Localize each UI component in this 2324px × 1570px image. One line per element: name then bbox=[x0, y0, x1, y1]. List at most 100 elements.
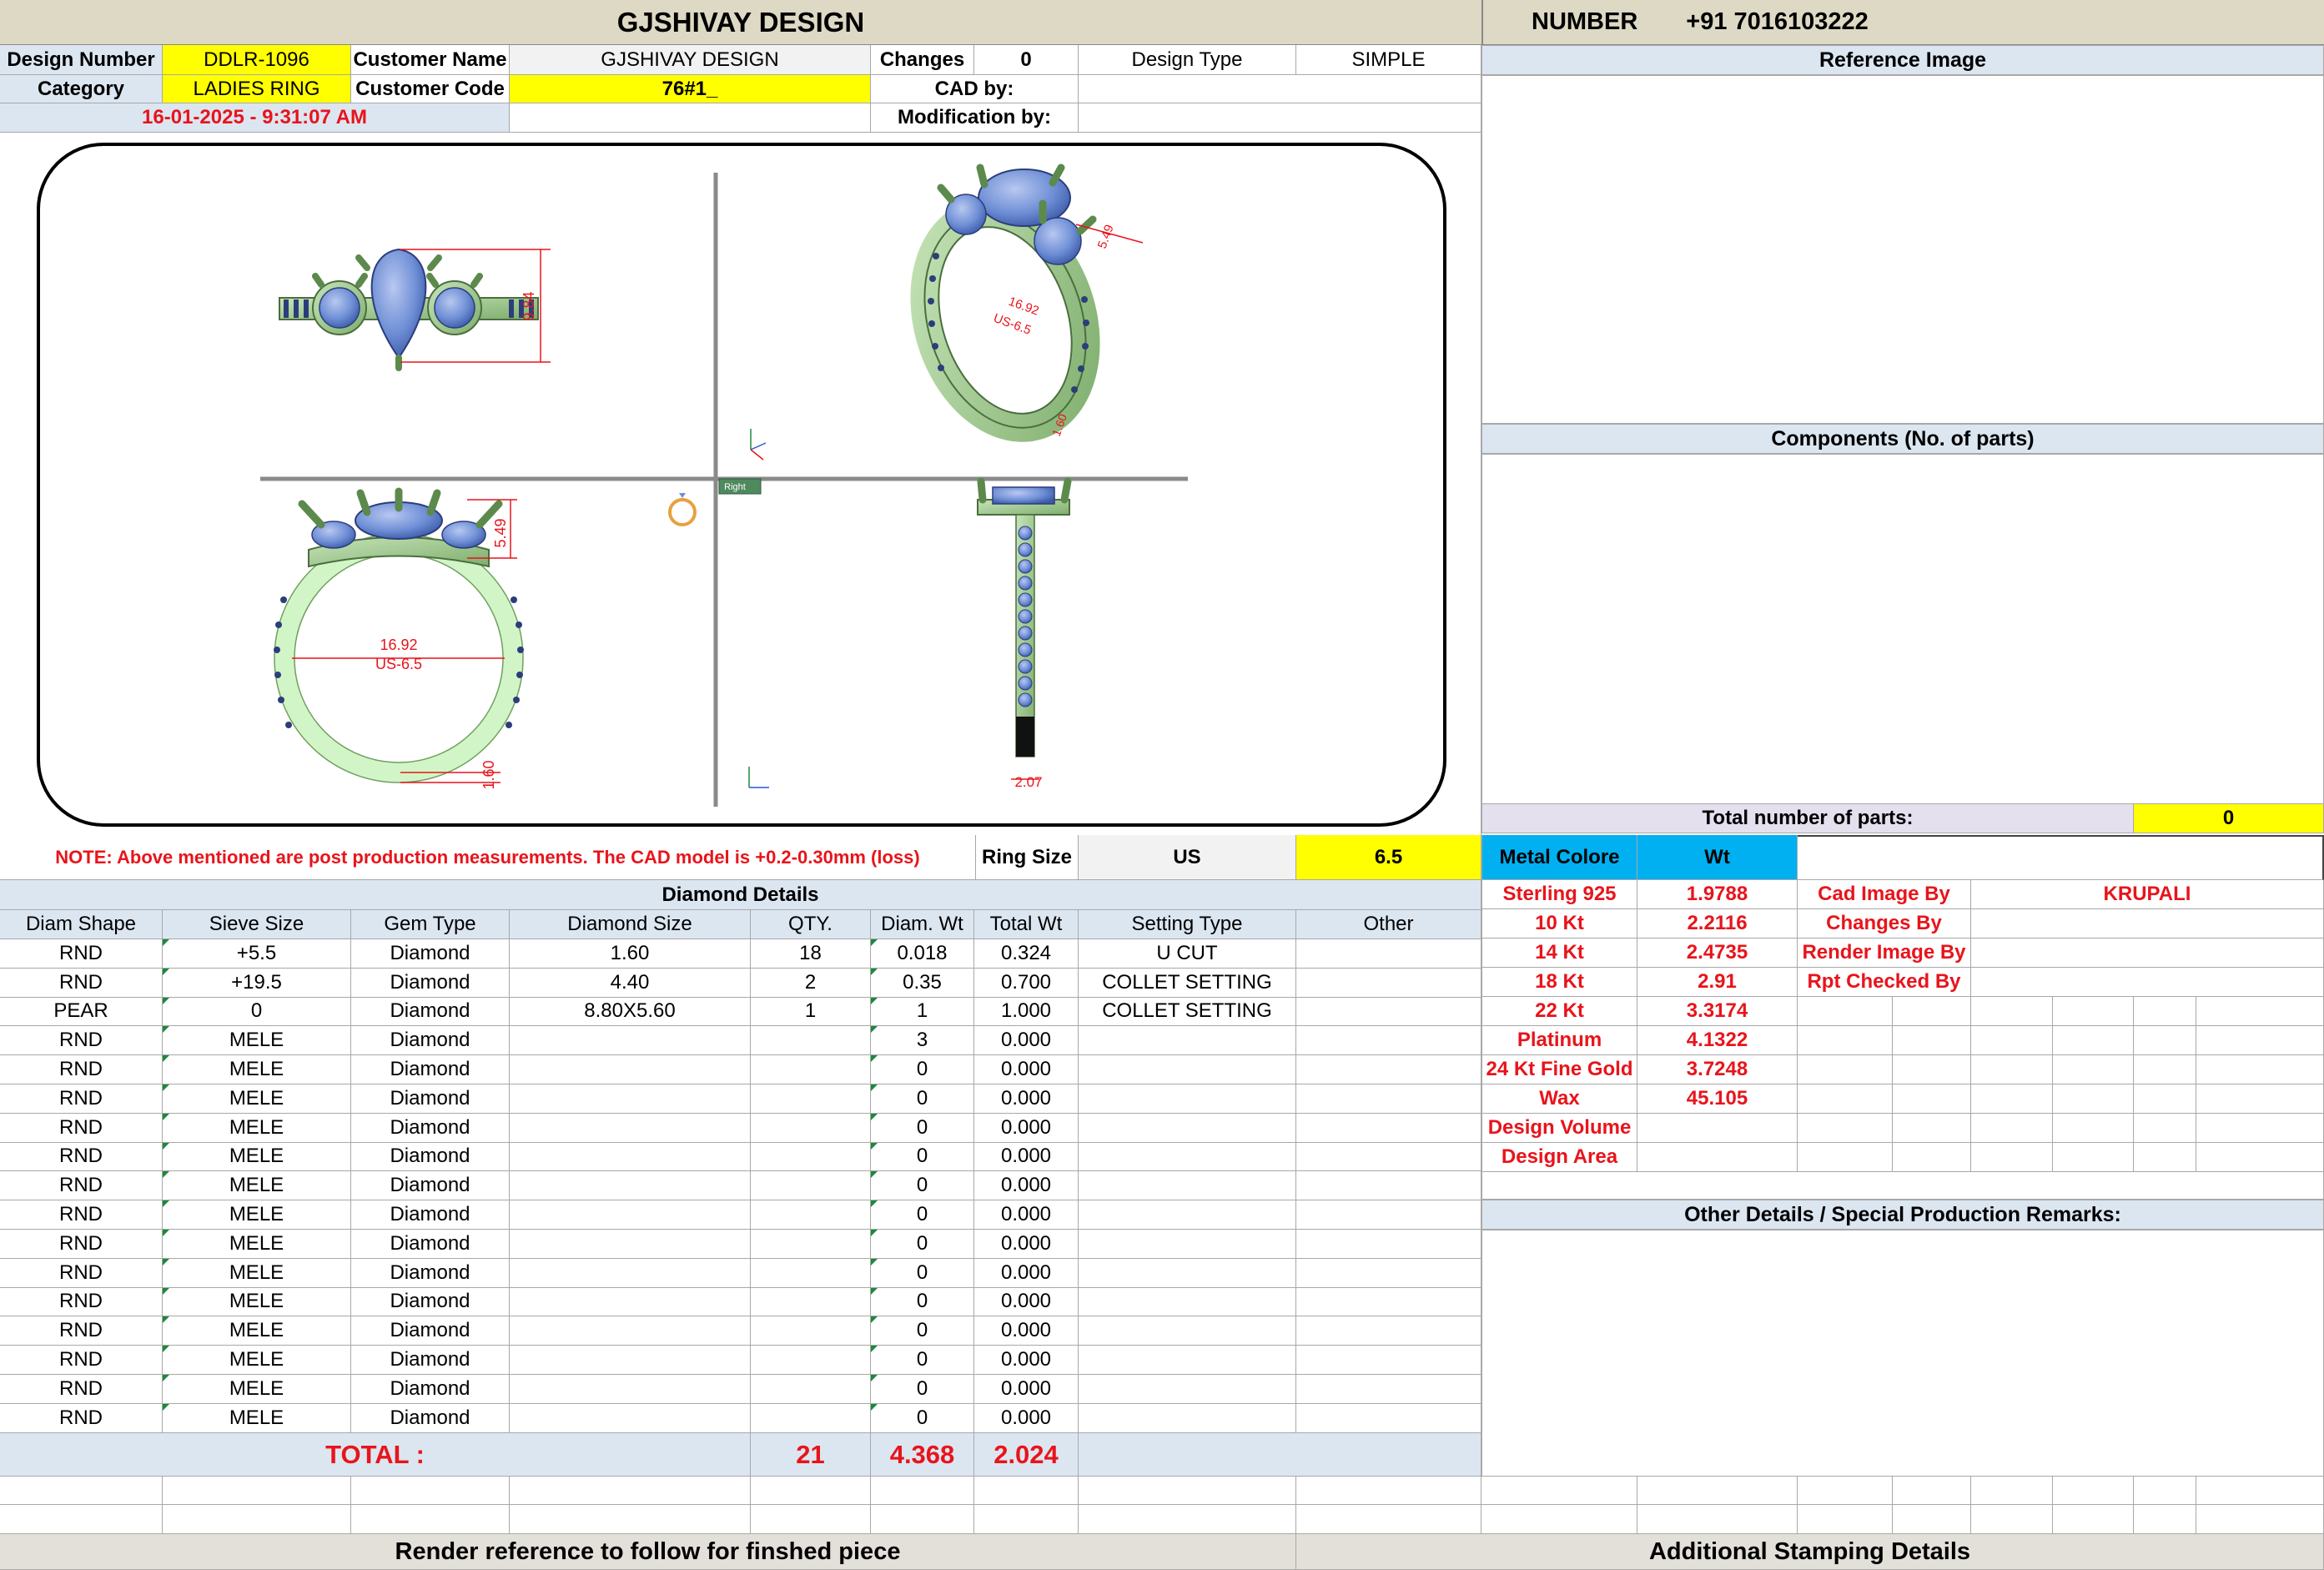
diamond-cell-sieve[interactable]: MELE bbox=[163, 1287, 351, 1317]
empty-cell[interactable] bbox=[974, 1477, 1079, 1505]
empty-cell[interactable] bbox=[510, 1505, 751, 1534]
cad-by-value[interactable] bbox=[1079, 75, 1481, 103]
diamond-cell-gem[interactable]: Diamond bbox=[351, 1403, 510, 1433]
metal-grid-cell[interactable] bbox=[1798, 1055, 1893, 1084]
diamond-cell-other[interactable] bbox=[1296, 1375, 1481, 1404]
diamond-cell-total-wt[interactable]: 0.000 bbox=[974, 1375, 1079, 1404]
modification-by-value[interactable] bbox=[1079, 103, 1481, 133]
diamond-cell-setting[interactable]: COLLET SETTING bbox=[1079, 968, 1296, 998]
diamond-cell-diam-wt[interactable]: 0 bbox=[871, 1200, 974, 1230]
diamond-cell-gem[interactable]: Diamond bbox=[351, 1316, 510, 1346]
diamond-cell-shape[interactable]: RND bbox=[0, 1084, 163, 1114]
diamond-cell-diam-wt[interactable]: 0.018 bbox=[871, 939, 974, 969]
diamond-cell-diam-wt[interactable]: 0 bbox=[871, 1316, 974, 1346]
metal-weight[interactable]: 3.3174 bbox=[1637, 997, 1798, 1026]
diamond-cell-size[interactable]: 1.60 bbox=[510, 939, 751, 969]
diamond-cell-gem[interactable]: Diamond bbox=[351, 968, 510, 998]
metal-grid-cell[interactable] bbox=[2134, 1055, 2196, 1084]
other-details-area[interactable] bbox=[1481, 1230, 2324, 1477]
diamond-cell-sieve[interactable]: 0 bbox=[163, 997, 351, 1027]
diamond-cell-qty[interactable]: 18 bbox=[751, 939, 871, 969]
diamond-cell-setting[interactable] bbox=[1079, 1258, 1296, 1288]
diamond-cell-size[interactable]: 8.80X5.60 bbox=[510, 997, 751, 1027]
design-number-value[interactable]: DDLR-1096 bbox=[163, 45, 351, 75]
diamond-cell-total-wt[interactable]: 0.000 bbox=[974, 1200, 1079, 1230]
people-value[interactable] bbox=[1971, 909, 2324, 938]
diamond-cell-diam-wt[interactable]: 0 bbox=[871, 1084, 974, 1114]
diamond-cell-sieve[interactable]: MELE bbox=[163, 1316, 351, 1346]
empty-cell[interactable] bbox=[1296, 1505, 1481, 1534]
metal-grid-cell[interactable] bbox=[2196, 1114, 2324, 1143]
metal-grid-cell[interactable] bbox=[2053, 1026, 2134, 1055]
diamond-cell-size[interactable] bbox=[510, 1026, 751, 1056]
diamond-cell-size[interactable] bbox=[510, 1346, 751, 1375]
diamond-cell-total-wt[interactable]: 0.000 bbox=[974, 1026, 1079, 1056]
metal-grid-cell[interactable] bbox=[2196, 1055, 2324, 1084]
diamond-cell-shape[interactable]: RND bbox=[0, 939, 163, 969]
diamond-cell-total-wt[interactable]: 0.000 bbox=[974, 1258, 1079, 1288]
diamond-cell-qty[interactable] bbox=[751, 1258, 871, 1288]
metal-grid-cell[interactable] bbox=[1798, 1143, 1893, 1172]
empty-cell[interactable] bbox=[510, 1477, 751, 1505]
diamond-cell-diam-wt[interactable]: 0 bbox=[871, 1230, 974, 1259]
metal-grid-cell[interactable] bbox=[2053, 997, 2134, 1026]
empty-cell[interactable] bbox=[1893, 1477, 1971, 1505]
people-value[interactable] bbox=[1971, 968, 2324, 997]
diamond-cell-sieve[interactable]: MELE bbox=[163, 1171, 351, 1201]
diamond-cell-sieve[interactable]: +5.5 bbox=[163, 939, 351, 969]
metal-grid-cell[interactable] bbox=[2196, 997, 2324, 1026]
diamond-cell-diam-wt[interactable]: 3 bbox=[871, 1026, 974, 1056]
diamond-cell-setting[interactable] bbox=[1079, 1287, 1296, 1317]
metal-grid-cell[interactable] bbox=[2053, 1084, 2134, 1114]
empty-cell[interactable] bbox=[1971, 1505, 2053, 1534]
diamond-cell-shape[interactable]: RND bbox=[0, 1346, 163, 1375]
diamond-cell-other[interactable] bbox=[1296, 1230, 1481, 1259]
diamond-cell-sieve[interactable]: MELE bbox=[163, 1346, 351, 1375]
diamond-cell-gem[interactable]: Diamond bbox=[351, 1084, 510, 1114]
diamond-cell-total-wt[interactable]: 0.000 bbox=[974, 1230, 1079, 1259]
diamond-cell-setting[interactable] bbox=[1079, 1316, 1296, 1346]
metal-grid-cell[interactable] bbox=[1893, 997, 1971, 1026]
diamond-cell-gem[interactable]: Diamond bbox=[351, 1230, 510, 1259]
diamond-cell-gem[interactable]: Diamond bbox=[351, 1055, 510, 1084]
diamond-cell-sieve[interactable]: MELE bbox=[163, 1055, 351, 1084]
empty-cell[interactable] bbox=[0, 1505, 163, 1534]
metal-grid-cell[interactable] bbox=[1893, 1114, 1971, 1143]
diamond-cell-other[interactable] bbox=[1296, 1287, 1481, 1317]
empty-cell[interactable] bbox=[1296, 1477, 1481, 1505]
metal-grid-cell[interactable] bbox=[2134, 1026, 2196, 1055]
empty-cell[interactable] bbox=[2134, 1505, 2196, 1534]
diamond-cell-sieve[interactable]: +19.5 bbox=[163, 968, 351, 998]
metal-weight[interactable]: 2.91 bbox=[1637, 968, 1798, 997]
diamond-cell-other[interactable] bbox=[1296, 939, 1481, 969]
diamond-cell-total-wt[interactable]: 0.000 bbox=[974, 1403, 1079, 1433]
diamond-cell-total-wt[interactable]: 0.000 bbox=[974, 1287, 1079, 1317]
metal-grid-cell[interactable] bbox=[2196, 1084, 2324, 1114]
diamond-cell-total-wt[interactable]: 0.000 bbox=[974, 1142, 1079, 1172]
diamond-cell-diam-wt[interactable]: 0 bbox=[871, 1171, 974, 1201]
metal-grid-cell[interactable] bbox=[2196, 1026, 2324, 1055]
metal-grid-cell[interactable] bbox=[1971, 997, 2053, 1026]
diamond-cell-shape[interactable]: RND bbox=[0, 1403, 163, 1433]
empty-cell[interactable] bbox=[1481, 1477, 1637, 1505]
metal-grid-cell[interactable] bbox=[1971, 1026, 2053, 1055]
diamond-cell-setting[interactable]: COLLET SETTING bbox=[1079, 997, 1296, 1027]
diamond-cell-qty[interactable] bbox=[751, 1171, 871, 1201]
empty-cell[interactable] bbox=[0, 1477, 163, 1505]
diamond-cell-size[interactable] bbox=[510, 1113, 751, 1143]
empty-cell[interactable] bbox=[751, 1505, 871, 1534]
metal-weight[interactable]: 45.105 bbox=[1637, 1084, 1798, 1114]
diamond-cell-qty[interactable] bbox=[751, 1084, 871, 1114]
diamond-cell-shape[interactable]: RND bbox=[0, 1316, 163, 1346]
diamond-cell-gem[interactable]: Diamond bbox=[351, 1142, 510, 1172]
diamond-cell-setting[interactable] bbox=[1079, 1084, 1296, 1114]
diamond-cell-diam-wt[interactable]: 0 bbox=[871, 1346, 974, 1375]
empty-cell[interactable] bbox=[351, 1477, 510, 1505]
diamond-cell-size[interactable] bbox=[510, 1171, 751, 1201]
total-parts-value[interactable]: 0 bbox=[2134, 804, 2324, 833]
diamond-cell-qty[interactable] bbox=[751, 1113, 871, 1143]
diamond-cell-total-wt[interactable]: 0.000 bbox=[974, 1171, 1079, 1201]
empty-cell[interactable] bbox=[2134, 1477, 2196, 1505]
empty-cell[interactable] bbox=[751, 1477, 871, 1505]
diamond-cell-sieve[interactable]: MELE bbox=[163, 1403, 351, 1433]
